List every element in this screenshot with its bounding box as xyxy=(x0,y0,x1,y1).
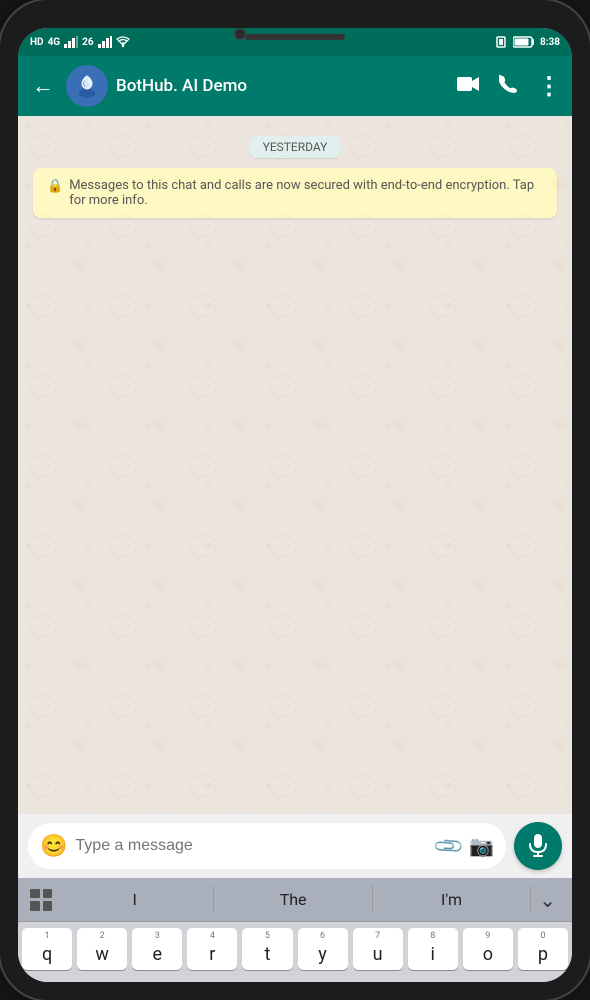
key-o[interactable]: 9 o xyxy=(463,928,513,970)
time-display: 8:38 xyxy=(540,37,560,48)
key-u[interactable]: 7 u xyxy=(353,928,403,970)
status-right: 8:38 xyxy=(494,35,560,49)
keyboard-toolbar: I The I'm ⌄ xyxy=(18,878,572,922)
message-input-wrap: 😊 📎 📷 xyxy=(28,823,506,869)
encryption-text: Messages to this chat and calls are now … xyxy=(69,178,543,208)
video-call-icon[interactable] xyxy=(457,74,481,98)
phone-screen: HD 4G 26 xyxy=(18,28,572,982)
chat-header: ← BotHub. AI Demo xyxy=(18,56,572,116)
key-y[interactable]: 6 y xyxy=(298,928,348,970)
key-t[interactable]: 5 t xyxy=(242,928,292,970)
phone-shell: HD 4G 26 xyxy=(0,0,590,1000)
signal-num: 26 xyxy=(82,37,93,48)
keyboard: I The I'm ⌄ 1 q 2 w 3 xyxy=(18,878,572,982)
back-button[interactable]: ← xyxy=(28,69,58,103)
date-badge: YESTERDAY xyxy=(249,136,342,158)
carrier-4g: 4G xyxy=(48,37,61,48)
vibrate-icon xyxy=(494,35,508,49)
suggestion-The[interactable]: The xyxy=(214,886,372,913)
lock-icon: 🔒 xyxy=(47,179,63,194)
date-label: YESTERDAY xyxy=(249,136,342,158)
keyboard-grid-button[interactable] xyxy=(26,885,56,915)
emoji-button[interactable]: 😊 xyxy=(40,834,67,859)
grid-icon xyxy=(26,885,56,915)
phone-speaker xyxy=(245,34,345,40)
keyboard-rows: 1 q 2 w 3 e 4 r xyxy=(18,922,572,982)
wifi-icon xyxy=(116,36,130,48)
status-bar: HD 4G 26 xyxy=(18,28,572,56)
mic-icon xyxy=(528,834,548,858)
battery-icon xyxy=(513,36,535,48)
mic-button[interactable] xyxy=(514,822,562,870)
message-input[interactable] xyxy=(75,837,428,855)
voice-call-icon[interactable] xyxy=(499,74,519,99)
key-r[interactable]: 4 r xyxy=(187,928,237,970)
key-w[interactable]: 2 w xyxy=(77,928,127,970)
number-row: 1 q 2 w 3 e 4 r xyxy=(22,928,568,970)
avatar[interactable] xyxy=(66,65,108,107)
key-i[interactable]: 8 i xyxy=(408,928,458,970)
input-area: 😊 📎 📷 xyxy=(18,814,572,878)
suggestion-I[interactable]: I xyxy=(56,886,214,913)
key-p[interactable]: 0 p xyxy=(518,928,568,970)
signal-icon2 xyxy=(98,36,112,48)
camera-icon[interactable]: 📷 xyxy=(469,834,494,858)
contact-name[interactable]: BotHub. AI Demo xyxy=(116,76,449,96)
encryption-notice[interactable]: 🔒 Messages to this chat and calls are no… xyxy=(33,168,557,218)
status-left: HD 4G 26 xyxy=(30,36,130,48)
key-q[interactable]: 1 q xyxy=(22,928,72,970)
suggestion-Im[interactable]: I'm xyxy=(373,886,531,913)
attach-icon[interactable]: 📎 xyxy=(431,829,466,864)
chat-area: YESTERDAY 🔒 Messages to this chat and ca… xyxy=(18,116,572,814)
more-options-icon[interactable]: ⋮ xyxy=(537,72,562,100)
carrier-hd: HD xyxy=(30,37,44,48)
keyboard-dismiss[interactable]: ⌄ xyxy=(531,884,564,916)
phone-camera xyxy=(234,28,246,40)
header-icons: ⋮ xyxy=(457,72,562,100)
key-e[interactable]: 3 e xyxy=(132,928,182,970)
signal-icon xyxy=(64,36,78,48)
